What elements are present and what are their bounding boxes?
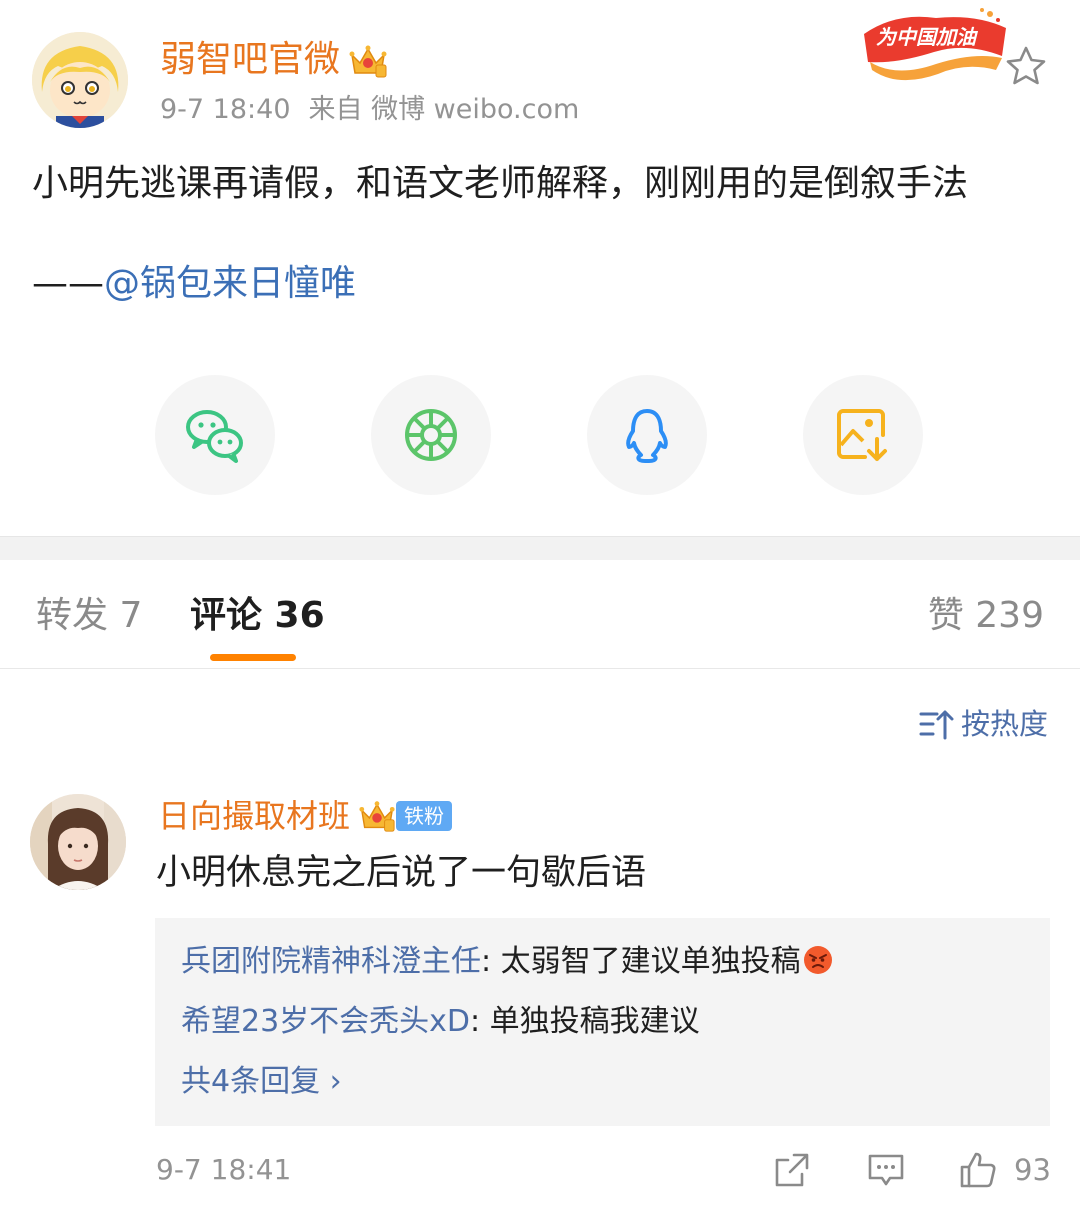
commenter-avatar-image (30, 794, 126, 890)
post-signature: ——@锅包来日憧唯 (32, 260, 356, 308)
commenter-name[interactable]: 日向撮取材班 (158, 794, 350, 838)
vip-crown-icon (349, 45, 387, 78)
qq-icon (626, 409, 668, 463)
sort-by-hot-button[interactable]: 按热度 (919, 704, 1048, 744)
tab-like[interactable]: 赞 239 (928, 592, 1044, 640)
active-tab-indicator (210, 654, 296, 661)
share-qq-button[interactable] (587, 375, 707, 495)
poster-avatar[interactable] (32, 32, 128, 128)
fan-badge: 铁粉 (396, 801, 453, 831)
more-replies-link[interactable]: 共4条回复 › (181, 1062, 342, 1102)
tab-comment[interactable]: 评论 36 (190, 592, 325, 640)
tab-repost[interactable]: 转发 7 (36, 592, 142, 640)
comment-like-button[interactable] (958, 1150, 998, 1190)
reply-author[interactable]: 希望23岁不会秃头xD (181, 1004, 470, 1039)
sort-label: 按热度 (960, 707, 1048, 741)
post-time: 9-7 18:40 (160, 94, 291, 125)
poster-name[interactable]: 弱智吧官微 (160, 39, 340, 80)
poster-avatar-image (32, 32, 128, 128)
comment-reply-button[interactable] (866, 1150, 906, 1190)
vip-crown-icon (359, 801, 395, 832)
signature-mention-link[interactable]: @锅包来日憧唯 (104, 263, 356, 304)
comment-text: 小明休息完之后说了一句歇后语 (156, 853, 647, 893)
share-moments-button[interactable] (371, 375, 491, 495)
commenter-row: 日向撮取材班 铁粉 (158, 794, 453, 838)
thumbs-up-icon (960, 1152, 996, 1188)
promo-badge[interactable]: 为中国加油 (856, 4, 1012, 82)
reply-text: : 太弱智了建议单独投稿 (481, 944, 801, 979)
angry-emoji-icon (803, 946, 832, 974)
poster-name-row: 弱智吧官微 (160, 36, 388, 84)
save-image-icon (837, 409, 887, 461)
replies-box[interactable]: 兵团附院精神科澄主任: 太弱智了建议单独投稿 希望23岁不会秃头xD: 单独投稿… (155, 918, 1050, 1126)
reply-item[interactable]: 兵团附院精神科澄主任: 太弱智了建议单独投稿 (181, 942, 833, 982)
share-out-icon (775, 1153, 809, 1187)
favorite-star-icon[interactable] (1004, 44, 1048, 88)
commenter-avatar[interactable] (30, 794, 126, 890)
comment-share-button[interactable] (772, 1150, 812, 1190)
wechat-icon (186, 410, 243, 463)
share-wechat-button[interactable] (155, 375, 275, 495)
comment-like-count: 93 (1014, 1153, 1051, 1187)
promo-badge-text: 为中国加油 (876, 25, 979, 49)
moments-icon (405, 409, 457, 461)
reply-item[interactable]: 希望23岁不会秃头xD: 单独投稿我建议 (181, 1002, 700, 1042)
post-meta: 9-7 18:40 来自 微博 weibo.com (160, 92, 579, 128)
reply-text: : 单独投稿我建议 (470, 1004, 700, 1039)
comment-time: 9-7 18:41 (156, 1153, 292, 1186)
signature-dash: —— (32, 263, 104, 304)
promo-badge-image: 为中国加油 (864, 8, 1006, 81)
share-save-image-button[interactable] (803, 375, 923, 495)
tab-divider (0, 668, 1080, 669)
reply-author[interactable]: 兵团附院精神科澄主任 (181, 944, 481, 979)
post-text: 小明先逃课再请假，和语文老师解释，刚刚用的是倒叙手法 (32, 163, 969, 204)
comment-bubble-icon (868, 1154, 904, 1186)
sort-icon (919, 710, 954, 740)
section-divider (0, 536, 1080, 560)
post-source: 来自 微博 weibo.com (308, 94, 580, 125)
